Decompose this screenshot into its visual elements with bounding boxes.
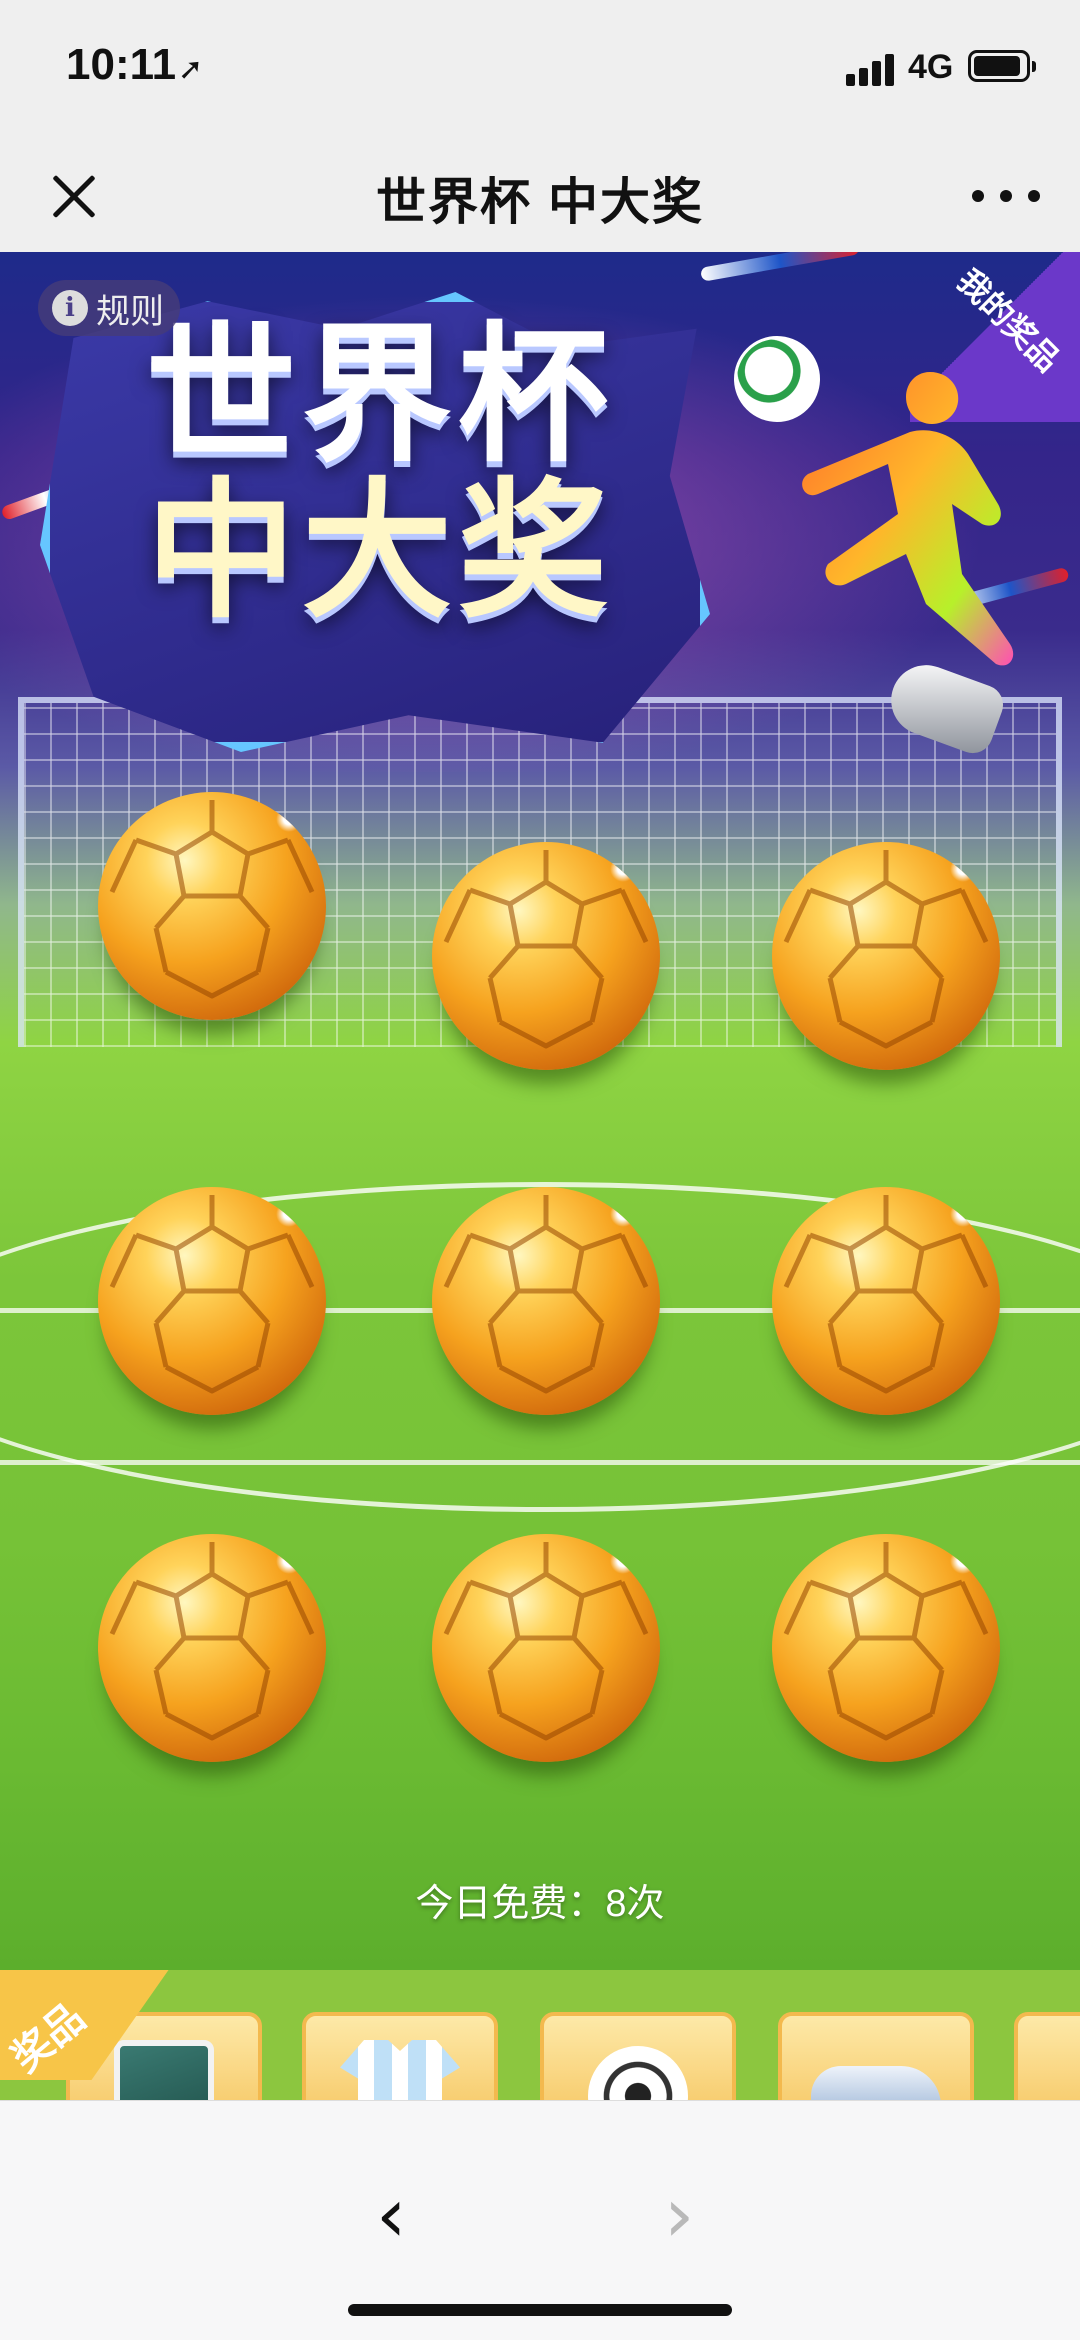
sneaker-icon <box>811 2066 941 2100</box>
prize-strip: 奖品 <box>0 1970 1080 2100</box>
info-icon: i <box>52 290 88 326</box>
prize-card-more[interactable] <box>1014 2012 1080 2100</box>
golden-ball[interactable] <box>772 1534 1000 1762</box>
golden-ball[interactable] <box>772 1187 1000 1415</box>
rules-button[interactable]: i 规则 <box>38 280 180 336</box>
more-button[interactable] <box>972 184 1042 208</box>
prize-card-football[interactable] <box>540 2012 736 2100</box>
forward-button[interactable]: › <box>664 2177 694 2253</box>
free-count-text: 今日免费：8次 <box>415 1883 665 1925</box>
pitch-line <box>0 1460 1080 1465</box>
page-title: 世界杯 中大奖 <box>376 174 704 230</box>
status-time: 10:11 <box>66 40 177 89</box>
tablet-icon <box>114 2040 214 2100</box>
golden-ball[interactable] <box>772 842 1000 1070</box>
status-bar: 10:11 ➚ 4G <box>0 0 1080 140</box>
golden-ball[interactable] <box>98 1534 326 1762</box>
banner-title-line1: 世界杯 <box>145 311 614 479</box>
back-button[interactable]: ‹ <box>376 2177 406 2253</box>
signal-icon <box>846 52 898 86</box>
jersey-icon <box>340 2040 460 2100</box>
rules-label: 规则 <box>96 292 164 331</box>
golden-ball[interactable] <box>432 1534 660 1762</box>
golden-ball[interactable] <box>98 1187 326 1415</box>
football-icon <box>588 2046 688 2100</box>
network-type: 4G <box>908 48 954 86</box>
close-button[interactable] <box>42 160 114 232</box>
home-indicator[interactable] <box>348 2304 732 2316</box>
location-arrow-icon: ➚ <box>178 53 204 86</box>
battery-icon <box>968 50 1036 82</box>
game-area: 世界杯 中大奖 i 规则 我的奖品 今日免费：8次 <box>0 252 1080 1970</box>
prize-card-jersey[interactable] <box>302 2012 498 2100</box>
golden-ball[interactable] <box>432 842 660 1070</box>
golden-ball[interactable] <box>432 1187 660 1415</box>
navigation-bar: 世界杯 中大奖 <box>0 140 1080 253</box>
forward-arrow-icon: › <box>664 2170 695 2259</box>
prize-card-sneaker[interactable] <box>778 2012 974 2100</box>
back-arrow-icon: ‹ <box>376 2170 407 2259</box>
golden-ball[interactable] <box>98 792 326 1020</box>
banner-title-line2: 中大奖 <box>145 467 614 635</box>
